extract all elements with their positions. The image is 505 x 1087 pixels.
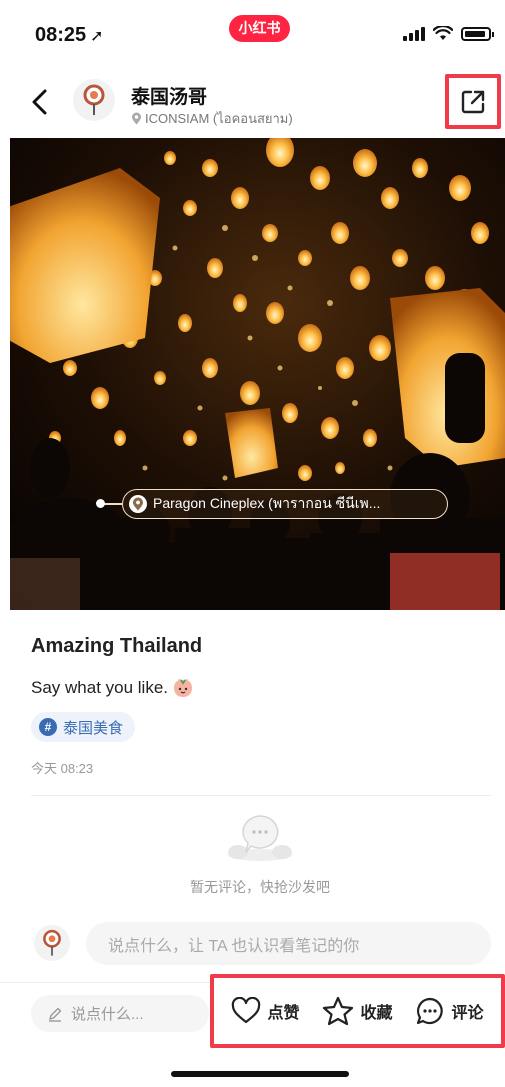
share-button[interactable] [445, 74, 501, 129]
empty-comments-text: 暂无评论，快抢沙发吧 [190, 879, 330, 895]
author-avatar[interactable] [73, 79, 115, 121]
heart-icon [232, 997, 261, 1024]
note-photo[interactable]: Paragon Cineplex (พารากอน ซีนีเพ... [10, 138, 505, 610]
location-pin-icon [132, 112, 141, 125]
note-header: 泰国汤哥 ICONSIAM (ไอคอนสยาม) [0, 68, 505, 138]
brand-pill: 小红书 [229, 15, 290, 42]
comment-button[interactable]: 评论 [415, 996, 484, 1026]
status-time: 08:25 ➚ [35, 24, 104, 47]
location-tag-anchor [96, 499, 105, 508]
hashtag-label: 泰国美食 [63, 719, 124, 737]
post-text-content: Say what you like. [31, 678, 169, 697]
location-arrow-icon: ➚ [90, 28, 104, 45]
peach-emoji-icon [174, 679, 193, 697]
hashtag-chip[interactable]: # 泰国美食 [31, 712, 136, 742]
lollipop-avatar-icon [43, 929, 61, 956]
back-chevron-icon[interactable] [26, 86, 54, 118]
content-divider [31, 795, 491, 796]
like-label: 点赞 [267, 1005, 300, 1022]
location-pin-icon [129, 495, 147, 513]
lantern-festival-image [10, 138, 505, 610]
post-time: 今天 08:23 [31, 761, 94, 776]
collect-label: 收藏 [360, 1005, 393, 1022]
photo-location-tag[interactable]: Paragon Cineplex (พารากอน ซีนีเพ... [122, 489, 448, 519]
comment-label: 评论 [451, 1005, 484, 1022]
header-location-text: ICONSIAM (ไอคอนสยาม) [145, 111, 293, 126]
home-indicator[interactable] [171, 1071, 349, 1077]
photo-location-text: Paragon Cineplex (พารากอน ซีนีเพ... [153, 495, 381, 511]
like-button[interactable]: 点赞 [231, 997, 300, 1025]
header-location[interactable]: ICONSIAM (ไอคอนสยาม) [131, 108, 293, 129]
battery-icon [461, 26, 494, 41]
my-avatar [34, 925, 70, 961]
author-name[interactable]: 泰国汤哥 [131, 82, 207, 109]
say-something-input[interactable]: 说点什么... [31, 995, 209, 1032]
actions-group: 点赞 收藏 评论 [210, 974, 505, 1048]
star-icon [323, 996, 354, 1026]
cellular-signal-icon [403, 26, 425, 41]
comment-input[interactable]: 说点什么，让 TA 也认识看笔记的你 [86, 922, 491, 965]
status-icons [403, 26, 494, 41]
empty-comment-icon [228, 815, 292, 861]
share-external-icon [461, 90, 485, 113]
time-text: 08:25 [35, 24, 87, 46]
bottom-action-bar: 说点什么... 点赞 收藏 评论 [0, 974, 505, 1087]
post-title: Amazing Thailand [31, 635, 203, 657]
hashtag-icon: # [39, 718, 57, 736]
pencil-icon [49, 1007, 62, 1022]
status-bar: 08:25 ➚ 小红书 [0, 0, 505, 68]
wifi-icon [433, 26, 453, 40]
say-something-placeholder: 说点什么... [71, 1006, 144, 1023]
post-text: Say what you like. [31, 677, 194, 699]
lollipop-avatar-icon [83, 84, 105, 115]
comment-bubble-icon [417, 997, 444, 1025]
collect-button[interactable]: 收藏 [322, 996, 393, 1026]
